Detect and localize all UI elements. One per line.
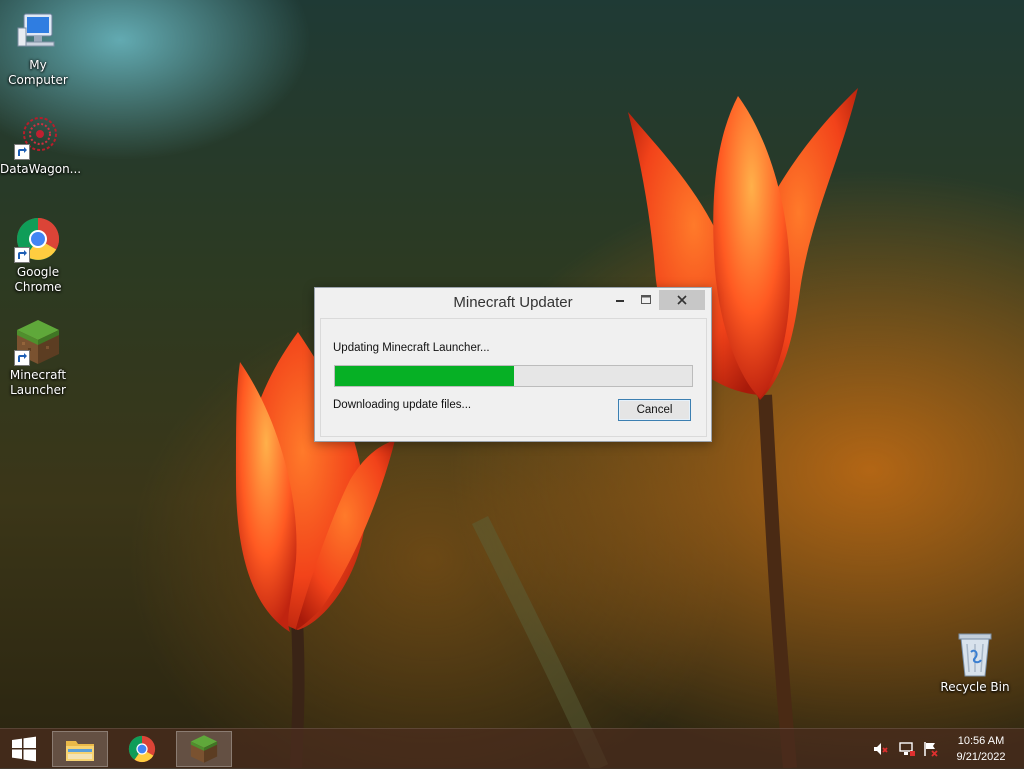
maximize-icon — [641, 295, 651, 304]
window-titlebar[interactable]: Minecraft Updater — [315, 288, 711, 318]
chrome-icon — [128, 735, 156, 763]
window-content: Updating Minecraft Launcher... Downloadi… — [320, 318, 707, 437]
cancel-button[interactable]: Cancel — [618, 399, 691, 421]
clock-time: 10:56 AM — [957, 735, 1005, 747]
start-button[interactable] — [0, 731, 48, 767]
action-center-flag-icon[interactable] — [922, 740, 940, 758]
desktop-icon-label: Minecraft Launcher — [9, 368, 67, 397]
chrome-icon — [14, 215, 62, 263]
progress-bar — [334, 365, 693, 387]
minimize-button[interactable] — [607, 290, 633, 310]
taskbar-minecraft[interactable] — [176, 731, 232, 767]
desktop-icon-datawagon[interactable]: DataWagon... — [0, 112, 82, 177]
desktop-icon-google-chrome[interactable]: Google Chrome — [0, 215, 76, 295]
shortcut-arrow-icon — [14, 247, 30, 263]
shortcut-arrow-icon — [14, 350, 30, 366]
desktop-icon-recycle-bin[interactable]: Recycle Bin — [937, 630, 1013, 695]
taskbar-file-explorer[interactable] — [52, 731, 108, 767]
shortcut-arrow-icon — [14, 144, 30, 160]
recycle-bin-icon — [951, 630, 999, 678]
desktop-icon-label: Google Chrome — [14, 265, 62, 294]
folder-icon — [66, 741, 94, 761]
taskbar — [0, 728, 1024, 769]
desktop-icon-minecraft-launcher[interactable]: Minecraft Launcher — [0, 318, 76, 398]
desktop-icon-label: Recycle Bin — [940, 680, 1010, 694]
desktop-icon-label: My Computer — [8, 58, 68, 87]
close-button[interactable] — [659, 290, 705, 310]
datawagon-icon — [14, 112, 62, 160]
network-icon[interactable] — [898, 740, 916, 758]
minecraft-grass-block-icon — [190, 735, 218, 763]
close-icon — [677, 295, 687, 305]
taskbar-clock[interactable]: 10:56 AM 9/21/2022 — [946, 733, 1016, 765]
detail-text: Downloading update files... — [333, 399, 472, 411]
computer-icon — [14, 8, 62, 56]
clock-date: 9/21/2022 — [956, 751, 1006, 763]
windows-logo-icon — [12, 736, 36, 762]
desktop-icon-my-computer[interactable]: My Computer — [0, 8, 76, 88]
progress-fill — [335, 366, 514, 386]
volume-muted-icon[interactable] — [872, 740, 890, 758]
minecraft-grass-block-icon — [14, 318, 62, 366]
maximize-button[interactable] — [633, 290, 659, 310]
desktop-icon-label: DataWagon... — [0, 162, 82, 176]
taskbar-chrome[interactable] — [114, 731, 170, 767]
status-text: Updating Minecraft Launcher... — [333, 342, 490, 354]
minimize-icon — [616, 300, 624, 302]
minecraft-updater-window: Minecraft Updater Updating Minecraft Lau… — [314, 287, 712, 442]
